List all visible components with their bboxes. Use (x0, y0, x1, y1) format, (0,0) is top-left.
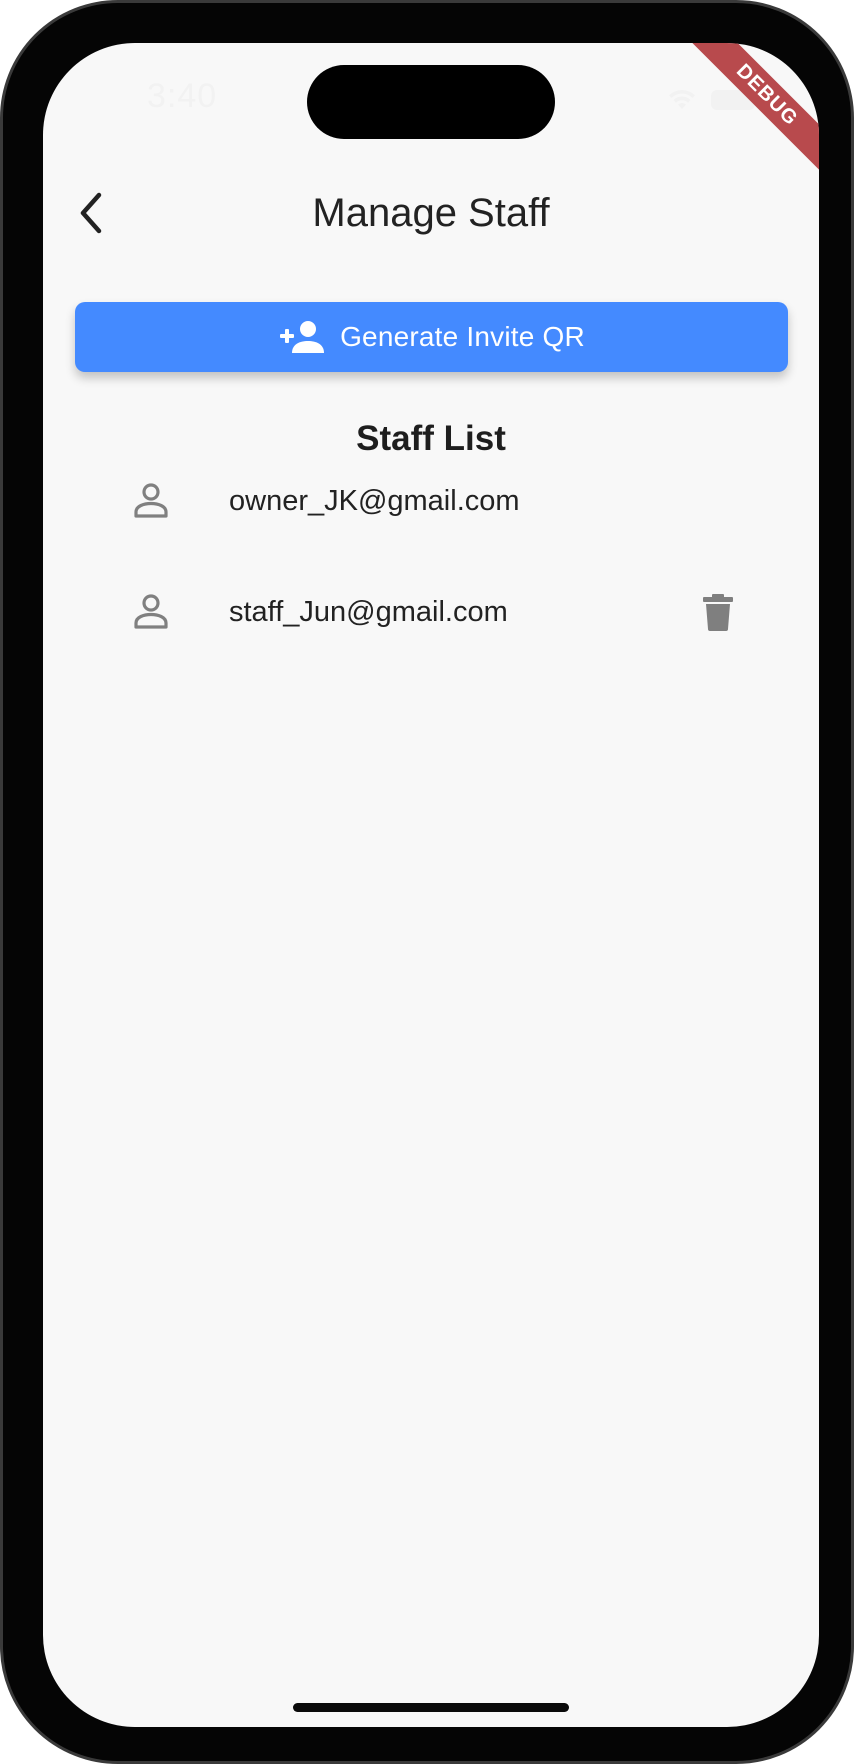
generate-invite-qr-button[interactable]: Generate Invite QR (75, 302, 788, 372)
home-indicator (293, 1703, 569, 1712)
status-time: 3:40 (147, 77, 218, 115)
dynamic-island (307, 65, 555, 139)
generate-invite-qr-label: Generate Invite QR (340, 321, 585, 352)
wifi-icon (669, 89, 695, 109)
person-add-icon (280, 321, 325, 353)
staff-email: owner_JK@gmail.com (229, 485, 520, 517)
phone-frame: 3:40 DEBUG Manage Staff Generate Invite … (0, 0, 854, 1764)
person-outline-icon (134, 483, 168, 518)
trash-icon (703, 594, 733, 631)
staff-list-item: owner_JK@gmail.com (75, 461, 788, 541)
staff-list-item: staff_Jun@gmail.com (75, 572, 788, 652)
debug-banner: DEBUG (677, 43, 819, 185)
page-title: Manage Staff (312, 191, 550, 235)
staff-email: staff_Jun@gmail.com (229, 596, 508, 628)
app-screen: 3:40 DEBUG Manage Staff Generate Invite … (43, 43, 819, 1727)
person-outline-icon (134, 594, 168, 629)
delete-staff-button[interactable] (698, 592, 738, 632)
staff-list-heading: Staff List (356, 419, 506, 458)
